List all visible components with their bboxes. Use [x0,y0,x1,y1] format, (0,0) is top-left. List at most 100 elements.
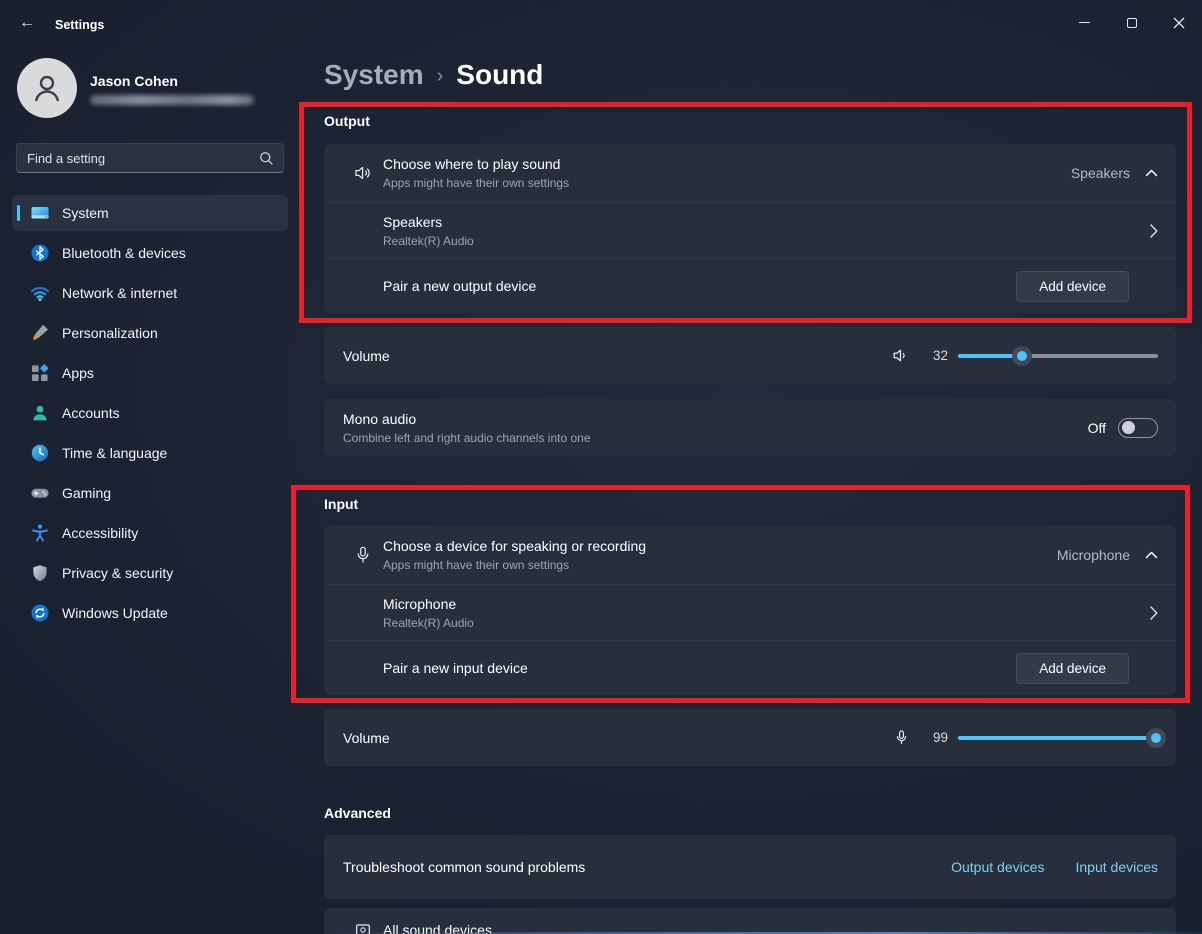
close-button[interactable] [1155,0,1202,45]
mono-audio-state: Off [1088,420,1106,436]
pair-output-row: Pair a new output device Add device [324,258,1176,313]
advanced-section-heading: Advanced [324,805,391,821]
chevron-right-icon [1150,224,1158,238]
sidebar-item-label: System [62,205,109,221]
choose-input-row[interactable]: Choose a device for speaking or recordin… [324,526,1176,584]
sidebar-item-label: Accessibility [62,525,138,541]
sidebar-item-windows-update[interactable]: Windows Update [12,595,288,631]
sidebar-item-label: Network & internet [62,285,177,301]
sidebar-item-label: Windows Update [62,605,168,621]
microphone-small-icon [893,728,910,747]
page-title: Sound [456,59,543,91]
maximize-button[interactable] [1108,0,1155,45]
personalization-icon [30,323,50,343]
accounts-icon [30,403,50,423]
apps-icon [30,363,50,383]
all-sound-devices-row[interactable]: All sound devices [324,908,1176,934]
sidebar-item-accessibility[interactable]: Accessibility [12,515,288,551]
output-volume-slider-thumb[interactable] [1012,346,1032,366]
choose-output-title: Choose where to play sound [383,156,569,172]
choose-output-row[interactable]: Choose where to play sound Apps might ha… [324,144,1176,202]
pair-output-label: Pair a new output device [383,278,536,294]
sidebar-item-time-language[interactable]: Time & language [12,435,288,471]
sidebar-item-apps[interactable]: Apps [12,355,288,391]
slider-fill [958,736,1156,740]
sidebar-item-label: Privacy & security [62,565,173,581]
input-device-group: Choose a device for speaking or recordin… [324,526,1176,695]
input-devices-link[interactable]: Input devices [1076,859,1159,875]
time-language-icon [30,443,50,463]
device-name: Microphone [383,596,474,612]
choose-input-title: Choose a device for speaking or recordin… [383,538,646,554]
output-device-group: Choose where to play sound Apps might ha… [324,144,1176,313]
person-icon [29,70,65,106]
mono-audio-toggle[interactable] [1118,418,1158,438]
input-section-heading: Input [324,496,358,512]
troubleshoot-card: Troubleshoot common sound problems Outpu… [324,835,1176,899]
sidebar-item-personalization[interactable]: Personalization [12,315,288,351]
minimize-button[interactable] [1061,0,1108,45]
mono-audio-subtitle: Combine left and right audio channels in… [343,431,591,445]
redacted-email [90,95,254,105]
input-volume-card: Volume 99 [324,709,1176,766]
maximize-icon [1127,18,1137,28]
speaker-icon [353,162,373,184]
back-arrow-icon: ← [19,14,35,32]
input-device-value: Microphone [1057,547,1130,563]
sidebar-item-label: Time & language [62,445,167,461]
selected-accent-pill [17,205,20,221]
sidebar-item-label: Bluetooth & devices [62,245,186,261]
profile-name: Jason Cohen [90,73,178,89]
sidebar-item-gaming[interactable]: Gaming [12,475,288,511]
chevron-right-icon [1150,606,1158,620]
sidebar-item-network-internet[interactable]: Network & internet [12,275,288,311]
input-volume-slider[interactable] [958,728,1158,748]
output-volume-label: Volume [343,348,390,364]
toggle-knob [1122,421,1135,434]
speakers-device-row[interactable]: Speakers Realtek(R) Audio [324,202,1176,258]
privacy-icon [30,563,50,583]
add-output-device-button[interactable]: Add device [1016,271,1129,302]
choose-output-subtitle: Apps might have their own settings [383,176,569,190]
chevron-up-icon [1145,551,1158,559]
sidebar-nav: System Bluetooth & devices Network & int… [12,195,288,635]
sidebar-item-accounts[interactable]: Accounts [12,395,288,431]
avatar[interactable] [17,58,77,118]
sidebar-item-label: Personalization [62,325,158,341]
output-volume-value: 32 [924,348,948,363]
titlebar: ← Settings [0,0,1202,45]
pair-input-row: Pair a new input device Add device [324,640,1176,695]
mono-audio-title: Mono audio [343,411,591,427]
breadcrumb: System › Sound [324,56,543,94]
system-icon [30,203,50,223]
input-volume-value: 99 [924,730,948,745]
back-button[interactable]: ← [14,12,40,34]
microphone-device-row[interactable]: Microphone Realtek(R) Audio [324,584,1176,640]
chevron-up-icon [1145,169,1158,177]
input-volume-slider-thumb[interactable] [1146,728,1166,748]
search-input[interactable] [17,151,259,166]
search-icon [259,151,274,166]
troubleshoot-label: Troubleshoot common sound problems [343,859,585,875]
accessibility-icon [30,523,50,543]
breadcrumb-separator-icon: › [437,65,444,88]
output-volume-slider[interactable] [958,346,1158,366]
output-device-value: Speakers [1071,165,1130,181]
microphone-icon [353,544,373,566]
output-devices-link[interactable]: Output devices [951,859,1044,875]
sidebar-item-privacy-security[interactable]: Privacy & security [12,555,288,591]
speaker-small-icon [891,346,910,365]
sidebar-item-system[interactable]: System [12,195,288,231]
input-volume-label: Volume [343,730,390,746]
sidebar-item-bluetooth-devices[interactable]: Bluetooth & devices [12,235,288,271]
device-name: Speakers [383,214,474,230]
network-icon [30,283,50,303]
breadcrumb-parent[interactable]: System [324,59,424,91]
choose-input-subtitle: Apps might have their own settings [383,558,646,572]
add-input-device-button[interactable]: Add device [1016,653,1129,684]
sidebar-item-label: Apps [62,365,94,381]
windows-update-icon [30,603,50,623]
bluetooth-icon [30,243,50,263]
device-driver: Realtek(R) Audio [383,616,474,630]
sidebar-item-label: Gaming [62,485,111,501]
